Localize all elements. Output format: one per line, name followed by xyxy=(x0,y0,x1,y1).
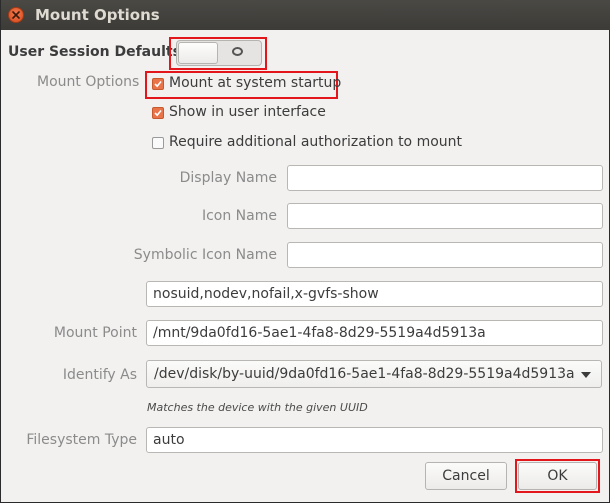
mount-at-startup-checkbox[interactable] xyxy=(152,78,164,90)
show-in-ui-checkbox[interactable] xyxy=(152,107,164,119)
display-name-label: Display Name xyxy=(179,170,277,186)
cancel-button[interactable]: Cancel xyxy=(425,462,507,490)
symbolic-icon-name-label: Symbolic Icon Name xyxy=(133,247,277,263)
require-auth-label[interactable]: Require additional authorization to moun… xyxy=(169,134,462,150)
display-name-input[interactable] xyxy=(287,165,603,191)
mount-point-input[interactable] xyxy=(146,320,603,346)
identify-as-selected: /dev/disk/by-uuid/9da0fd16-5ae1-4fa8-8d2… xyxy=(154,366,575,382)
user-session-defaults-switch[interactable] xyxy=(176,40,262,66)
filesystem-type-label: Filesystem Type xyxy=(26,432,137,448)
identify-as-combobox[interactable]: /dev/disk/by-uuid/9da0fd16-5ae1-4fa8-8d2… xyxy=(146,360,602,388)
require-auth-checkbox[interactable] xyxy=(152,137,164,149)
icon-name-label: Icon Name xyxy=(201,208,277,224)
mount-options-label: Mount Options xyxy=(37,74,140,90)
mount-at-startup-label[interactable]: Mount at system startup xyxy=(169,75,341,91)
filesystem-type-input[interactable] xyxy=(146,427,603,453)
identify-as-hint: Matches the device with the given UUID xyxy=(147,401,368,414)
symbolic-icon-name-input[interactable] xyxy=(287,242,603,268)
chevron-down-icon xyxy=(581,372,591,378)
mount-options-dialog: Mount Options User Session Defaults Moun… xyxy=(0,0,610,503)
title-bar: Mount Options xyxy=(1,0,610,30)
switch-knob[interactable] xyxy=(178,42,218,64)
mount-point-label: Mount Point xyxy=(53,325,137,341)
show-in-ui-label[interactable]: Show in user interface xyxy=(169,104,326,120)
mount-options-input[interactable] xyxy=(146,281,603,307)
user-session-defaults-label: User Session Defaults xyxy=(8,44,181,60)
icon-name-input[interactable] xyxy=(287,203,603,229)
ok-button[interactable]: OK xyxy=(518,462,597,490)
identify-as-label: Identify As xyxy=(62,367,137,383)
window-title: Mount Options xyxy=(35,6,160,24)
close-icon[interactable] xyxy=(8,7,24,23)
switch-off-indicator-icon xyxy=(232,47,243,56)
